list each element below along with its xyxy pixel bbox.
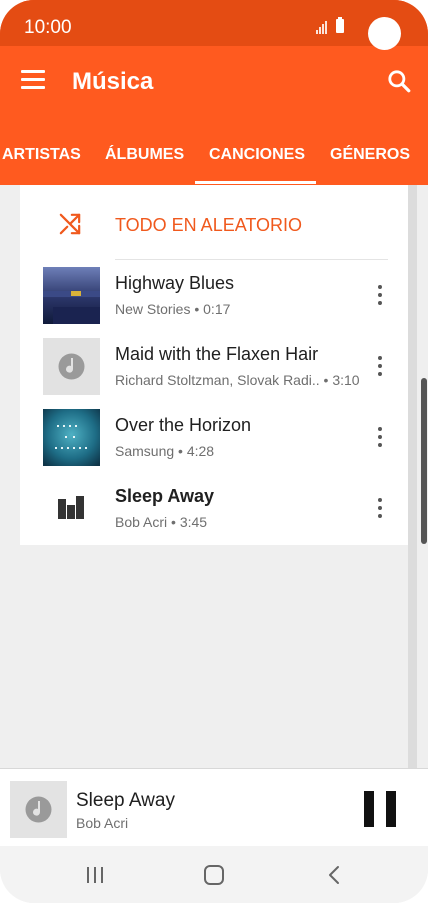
scrollbar[interactable] <box>421 378 427 544</box>
song-row-sleep-away[interactable]: Sleep Away Bob Acri • 3:45 <box>20 480 408 551</box>
now-playing-title: Sleep Away <box>76 790 175 811</box>
navigation-bar <box>0 846 428 903</box>
song-row-highway-blues[interactable]: Highway Blues New Stories • 0:17 <box>20 267 408 338</box>
battery-icon <box>336 17 344 33</box>
more-vertical-icon[interactable] <box>372 285 388 305</box>
signal-icon <box>316 20 330 34</box>
song-list: TODO EN ALEATORIO Highway Blues New Stor… <box>20 185 408 545</box>
list-scrollbar-track <box>408 185 417 768</box>
hamburger-icon[interactable] <box>21 70 45 90</box>
divider <box>115 259 388 260</box>
mini-player[interactable]: Sleep Away Bob Acri <box>0 768 428 847</box>
shuffle-all-label: TODO EN ALEATORIO <box>115 215 303 235</box>
song-title: Over the Horizon <box>115 415 252 435</box>
tab-artistas[interactable]: ARTISTAS <box>2 146 81 164</box>
tab-albumes[interactable]: ÁLBUMES <box>105 146 184 164</box>
page-title: Música <box>72 68 154 95</box>
song-title: Highway Blues <box>115 273 235 293</box>
album-art-over-the-horizon <box>43 409 100 466</box>
more-vertical-icon[interactable] <box>372 356 388 376</box>
song-title: Maid with the Flaxen Hair <box>115 344 319 364</box>
shuffle-all-button[interactable]: TODO EN ALEATORIO <box>20 185 408 260</box>
now-playing-artist: Bob Acri <box>76 815 129 831</box>
song-title: Sleep Away <box>115 486 215 506</box>
app-bar: Música <box>0 46 428 122</box>
status-bar: 10:00 <box>0 0 428 50</box>
song-meta: New Stories • 0:17 <box>115 301 231 317</box>
more-vertical-icon[interactable] <box>372 427 388 447</box>
tab-generos[interactable]: GÉNEROS <box>330 146 410 164</box>
tab-selected-indicator <box>195 181 316 184</box>
song-meta: Bob Acri • 3:45 <box>115 514 208 530</box>
back-icon[interactable] <box>320 860 350 890</box>
more-vertical-icon[interactable] <box>372 498 388 518</box>
music-note-icon <box>10 781 67 838</box>
album-art-highway-blues <box>43 267 100 324</box>
phone-screen: 10:00 Música ARTISTAS ÁLBUMES CANCIONES … <box>0 0 428 903</box>
song-meta: Richard Stoltzman, Slovak Radi.. • 3:10 <box>115 372 360 388</box>
shuffle-icon <box>59 213 81 235</box>
tab-canciones[interactable]: CANCIONES <box>209 146 305 164</box>
pause-icon <box>364 791 374 827</box>
home-icon[interactable] <box>199 860 229 890</box>
tab-bar: ARTISTAS ÁLBUMES CANCIONES GÉNEROS <box>0 122 428 185</box>
album-art-placeholder <box>43 338 100 395</box>
top-bar: 10:00 Música ARTISTAS ÁLBUMES CANCIONES … <box>0 0 428 185</box>
recents-icon[interactable] <box>80 860 110 890</box>
pause-button[interactable] <box>364 791 396 827</box>
status-time: 10:00 <box>24 17 72 38</box>
song-row-over-the-horizon[interactable]: Over the Horizon Samsung • 4:28 <box>20 409 408 480</box>
song-row-maid-with-the-flaxen-hair[interactable]: Maid with the Flaxen Hair Richard Stoltz… <box>20 338 408 409</box>
song-meta: Samsung • 4:28 <box>115 443 215 459</box>
equalizer-icon <box>58 496 84 519</box>
search-icon[interactable] <box>386 68 412 94</box>
